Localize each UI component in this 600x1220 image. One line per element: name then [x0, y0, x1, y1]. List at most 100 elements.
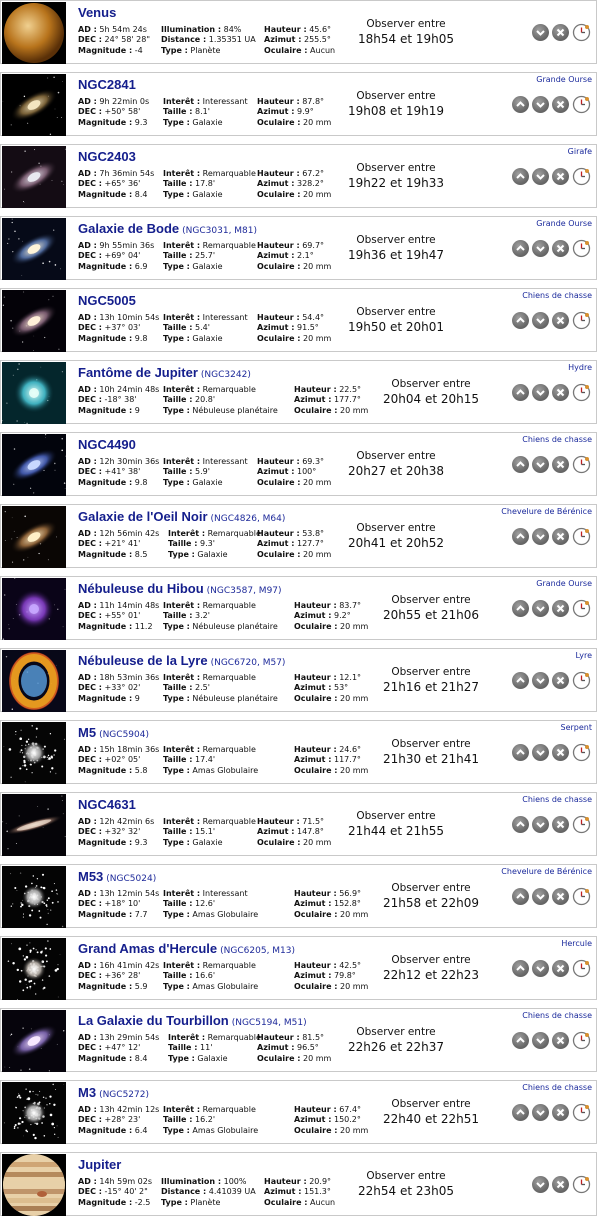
clock-icon[interactable]: [572, 95, 591, 114]
move-down-button[interactable]: [532, 960, 549, 977]
altitude-line-label: Hauteur :: [294, 889, 337, 898]
clock-icon[interactable]: [572, 23, 591, 42]
remove-button[interactable]: [552, 312, 569, 329]
move-up-button[interactable]: [512, 1104, 529, 1121]
object-card[interactable]: M3 (NGC5272) Chiens de chasse AD : 13h 42mi…: [0, 1080, 597, 1144]
move-down-button[interactable]: [532, 24, 549, 41]
object-card[interactable]: Venus AD : 5h 54m 24s DEC : 24° 58' 28" Mag…: [0, 0, 597, 64]
object-card[interactable]: NGC4631 Chiens de chasse AD : 12h 42min 6s…: [0, 792, 597, 856]
clock-icon[interactable]: [572, 743, 591, 762]
remove-button[interactable]: [552, 96, 569, 113]
remove-button[interactable]: [552, 1104, 569, 1121]
move-up-button[interactable]: [512, 816, 529, 833]
object-card[interactable]: NGC2403 Girafe AD : 7h 36min 54s DEC : +65°…: [0, 144, 597, 208]
move-down-button[interactable]: [532, 456, 549, 473]
move-up-button[interactable]: [512, 888, 529, 905]
move-down-button[interactable]: [532, 384, 549, 401]
move-down-button[interactable]: [532, 1104, 549, 1121]
interest-line-value: Remarquable: [200, 961, 256, 970]
remove-button[interactable]: [552, 888, 569, 905]
object-card[interactable]: M5 (NGC5904) Serpent AD : 15h 18min 36s DEC …: [0, 720, 597, 784]
move-up-button[interactable]: [512, 600, 529, 617]
object-card[interactable]: Nébuleuse du Hibou (NGC3587, M97) Grande O…: [0, 576, 597, 640]
move-up-button[interactable]: [512, 240, 529, 257]
move-up-button[interactable]: [512, 168, 529, 185]
remove-button[interactable]: [552, 384, 569, 401]
move-down-button[interactable]: [532, 528, 549, 545]
move-up-button[interactable]: [512, 744, 529, 761]
action-buttons: [529, 1174, 591, 1194]
clock-icon[interactable]: [572, 1031, 591, 1050]
remove-button[interactable]: [552, 744, 569, 761]
type-line: Type : Galaxie: [168, 1054, 261, 1064]
clock-icon[interactable]: [572, 1175, 591, 1194]
move-down-button[interactable]: [532, 744, 549, 761]
distance-line-label: Distance :: [161, 35, 207, 45]
type-line-value: Nébuleuse planétaire: [189, 405, 278, 415]
object-card[interactable]: NGC4490 Chiens de chasse AD : 12h 30min 36…: [0, 432, 597, 496]
move-down-button[interactable]: [532, 96, 549, 113]
object-card[interactable]: NGC5005 Chiens de chasse AD : 13h 10min 54…: [0, 288, 597, 352]
altitude-line: Hauteur : 87.8°: [257, 97, 331, 107]
object-card[interactable]: La Galaxie du Tourbillon (NGC5194, M51) Ch…: [0, 1008, 597, 1072]
clock-icon[interactable]: [572, 239, 591, 258]
remove-button[interactable]: [552, 528, 569, 545]
clock-icon[interactable]: [572, 383, 591, 402]
magnitude-line-value: 9.8: [132, 477, 148, 487]
move-down-button[interactable]: [532, 168, 549, 185]
object-card[interactable]: Galaxie de Bode (NGC3031, M81) Grande Ours…: [0, 216, 597, 280]
clock-icon[interactable]: [572, 1103, 591, 1122]
move-down-button[interactable]: [532, 1032, 549, 1049]
move-down-button[interactable]: [532, 816, 549, 833]
clock-icon[interactable]: [572, 311, 591, 330]
move-up-button[interactable]: [512, 312, 529, 329]
remove-button[interactable]: [552, 672, 569, 689]
remove-button[interactable]: [552, 1032, 569, 1049]
remove-button[interactable]: [552, 168, 569, 185]
move-down-button[interactable]: [532, 240, 549, 257]
clock-icon[interactable]: [572, 671, 591, 690]
move-up-button[interactable]: [512, 672, 529, 689]
object-card[interactable]: Grand Amas d'Hercule (NGC6205, M13) Hercul…: [0, 936, 597, 1000]
remove-button[interactable]: [552, 960, 569, 977]
ad-line-label: AD :: [78, 817, 97, 826]
move-down-button[interactable]: [532, 888, 549, 905]
azimuth-line: Azimut : 151.3°: [264, 1187, 335, 1197]
object-card[interactable]: Fantôme de Jupiter (NGC3242) Hydre AD : 10h…: [0, 360, 597, 424]
clock-icon[interactable]: [572, 167, 591, 186]
object-catalog: (NGC6720, M57): [210, 658, 286, 668]
move-down-button[interactable]: [532, 1176, 549, 1193]
move-down-button[interactable]: [532, 312, 549, 329]
move-down-button[interactable]: [532, 672, 549, 689]
move-up-button[interactable]: [512, 960, 529, 977]
remove-button[interactable]: [552, 240, 569, 257]
clock-icon[interactable]: [572, 455, 591, 474]
clock-icon[interactable]: [572, 887, 591, 906]
object-card[interactable]: M53 (NGC5024) Chevelure de Bérénice AD : 13…: [0, 864, 597, 928]
move-up-button[interactable]: [512, 96, 529, 113]
clock-icon[interactable]: [572, 599, 591, 618]
info-column: Interêt : Remarquable Taille : 20.8' Type …: [163, 385, 278, 416]
remove-button[interactable]: [552, 1176, 569, 1193]
dec-line-label: DEC :: [78, 179, 102, 189]
clock-icon[interactable]: [572, 527, 591, 546]
move-up-button[interactable]: [512, 1032, 529, 1049]
object-card[interactable]: Nébuleuse de la Lyre (NGC6720, M57) Lyre AD…: [0, 648, 597, 712]
object-card[interactable]: Galaxie de l'Oeil Noir (NGC4826, M64) Chev…: [0, 504, 597, 568]
action-buttons: [509, 958, 591, 978]
move-up-button[interactable]: [512, 456, 529, 473]
remove-button[interactable]: [552, 816, 569, 833]
remove-button[interactable]: [552, 600, 569, 617]
clock-icon[interactable]: [572, 959, 591, 978]
azimuth-line: Azimut : 9.2°: [294, 611, 368, 621]
move-down-button[interactable]: [532, 600, 549, 617]
move-up-button[interactable]: [512, 528, 529, 545]
object-card[interactable]: NGC2841 Grande Ourse AD : 9h 22min 0s DEC :…: [0, 72, 597, 136]
remove-button[interactable]: [552, 456, 569, 473]
object-card[interactable]: Jupiter AD : 14h 59m 02s DEC : -15° 40' 2"…: [0, 1152, 597, 1216]
interest-line: Interêt : Remarquable: [168, 529, 261, 539]
move-up-button[interactable]: [512, 384, 529, 401]
remove-button[interactable]: [552, 24, 569, 41]
size-line-label: Taille :: [168, 539, 198, 549]
clock-icon[interactable]: [572, 815, 591, 834]
